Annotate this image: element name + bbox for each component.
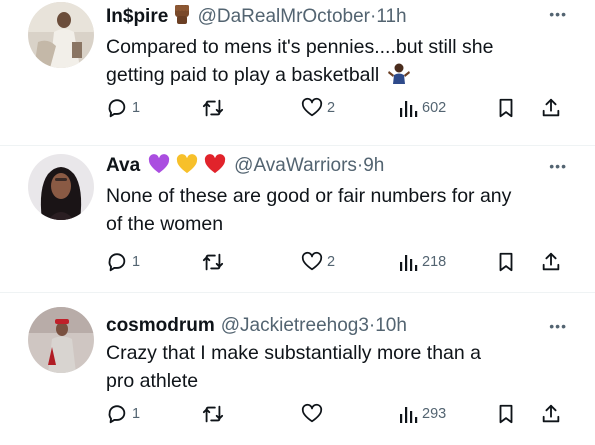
tweet-actions: 1 2 602 (106, 96, 576, 120)
tweet-header: cosmodrum @Jackietreehog3·10h (106, 314, 407, 338)
purple-heart-emoji (148, 154, 170, 181)
heart-icon (301, 403, 323, 425)
reply-count: 1 (132, 254, 141, 270)
tweet[interactable]: Ava @AvaWarriors·9h ••• None of these are… (0, 146, 595, 292)
avatar[interactable] (28, 154, 94, 220)
reply-icon (106, 97, 128, 119)
share-button[interactable] (540, 96, 562, 120)
retweet-icon (201, 97, 225, 119)
tweet-header: In$pire @DaRealMrOctober·11h (106, 3, 407, 32)
reply-icon (106, 403, 128, 425)
like-count: 2 (327, 100, 336, 116)
reply-button[interactable]: 1 (106, 96, 140, 120)
like-button[interactable]: 2 (301, 250, 335, 274)
tweet-text-line: Compared to mens it's pennies....but sti… (106, 36, 494, 58)
bookmark-icon (495, 97, 517, 119)
views-count: 218 (422, 254, 447, 270)
avatar[interactable] (28, 307, 94, 373)
views-chart-icon (398, 403, 418, 425)
share-icon (540, 97, 562, 119)
retweet-icon (201, 403, 225, 425)
more-options-button[interactable]: ••• (549, 6, 567, 22)
views-chart-icon (398, 251, 418, 273)
tweet-text-line: None of these are good or fair numbers f… (106, 185, 512, 207)
tweet-text: None of these are good or fair numbers f… (106, 182, 576, 238)
like-button[interactable] (301, 402, 327, 426)
reply-count: 1 (132, 100, 141, 116)
tweet-text-line: Crazy that I make substantially more tha… (106, 342, 482, 364)
views-count: 602 (422, 100, 447, 116)
display-name[interactable]: In$pire (106, 6, 168, 27)
display-name[interactable]: cosmodrum (106, 315, 215, 336)
tweet-header: Ava @AvaWarriors·9h (106, 154, 384, 181)
timestamp[interactable]: 10h (375, 315, 407, 336)
tweet-text-line-2: getting paid to play a basketball (106, 61, 576, 92)
reply-icon (106, 251, 128, 273)
tweet-text-line: of the women (106, 213, 224, 235)
heart-icon (301, 97, 323, 119)
user-handle[interactable]: @AvaWarriors (234, 155, 357, 176)
tweet-actions: 1 293 (106, 402, 576, 426)
user-handle[interactable]: @DaRealMrOctober (198, 6, 370, 27)
timestamp[interactable]: 11h (376, 6, 406, 27)
more-options-button[interactable]: ••• (549, 158, 567, 174)
share-icon (540, 403, 562, 425)
reply-button[interactable]: 1 (106, 250, 140, 274)
share-icon (540, 251, 562, 273)
reply-button[interactable]: 1 (106, 402, 140, 426)
yellow-heart-emoji (176, 154, 198, 181)
retweet-button[interactable] (201, 250, 229, 274)
person-shrugging-emoji (387, 62, 411, 92)
display-name[interactable]: Ava (106, 155, 140, 176)
tweet-text-line: getting paid to play a basketball (106, 64, 380, 86)
user-handle[interactable]: @Jackietreehog3 (221, 315, 369, 336)
like-count: 2 (327, 254, 336, 270)
heart-icon (301, 251, 323, 273)
bookmark-button[interactable] (495, 402, 517, 426)
reply-count: 1 (132, 406, 141, 422)
raised-fist-emoji (172, 3, 192, 32)
share-button[interactable] (540, 402, 562, 426)
tweet-text: Compared to mens it's pennies....but sti… (106, 33, 576, 92)
retweet-icon (201, 251, 225, 273)
tweet-text-line: pro athlete (106, 370, 199, 392)
bookmark-button[interactable] (495, 96, 517, 120)
bookmark-icon (495, 251, 517, 273)
timestamp[interactable]: 9h (363, 155, 384, 176)
views-button[interactable]: 602 (398, 96, 446, 120)
views-count: 293 (422, 406, 447, 422)
views-chart-icon (398, 97, 418, 119)
more-options-button[interactable]: ••• (549, 318, 567, 334)
like-button[interactable]: 2 (301, 96, 335, 120)
bookmark-icon (495, 403, 517, 425)
bookmark-button[interactable] (495, 250, 517, 274)
retweet-button[interactable] (201, 402, 229, 426)
tweet-actions: 1 2 218 (106, 250, 576, 274)
share-button[interactable] (540, 250, 562, 274)
red-heart-emoji (204, 154, 226, 181)
tweet[interactable]: In$pire @DaRealMrOctober·11h ••• Compare… (0, 0, 595, 145)
tweet[interactable]: cosmodrum @Jackietreehog3·10h ••• Crazy t… (0, 293, 595, 445)
views-button[interactable]: 293 (398, 402, 446, 426)
views-button[interactable]: 218 (398, 250, 446, 274)
avatar[interactable] (28, 2, 94, 68)
retweet-button[interactable] (201, 96, 229, 120)
tweet-text: Crazy that I make substantially more tha… (106, 339, 576, 395)
